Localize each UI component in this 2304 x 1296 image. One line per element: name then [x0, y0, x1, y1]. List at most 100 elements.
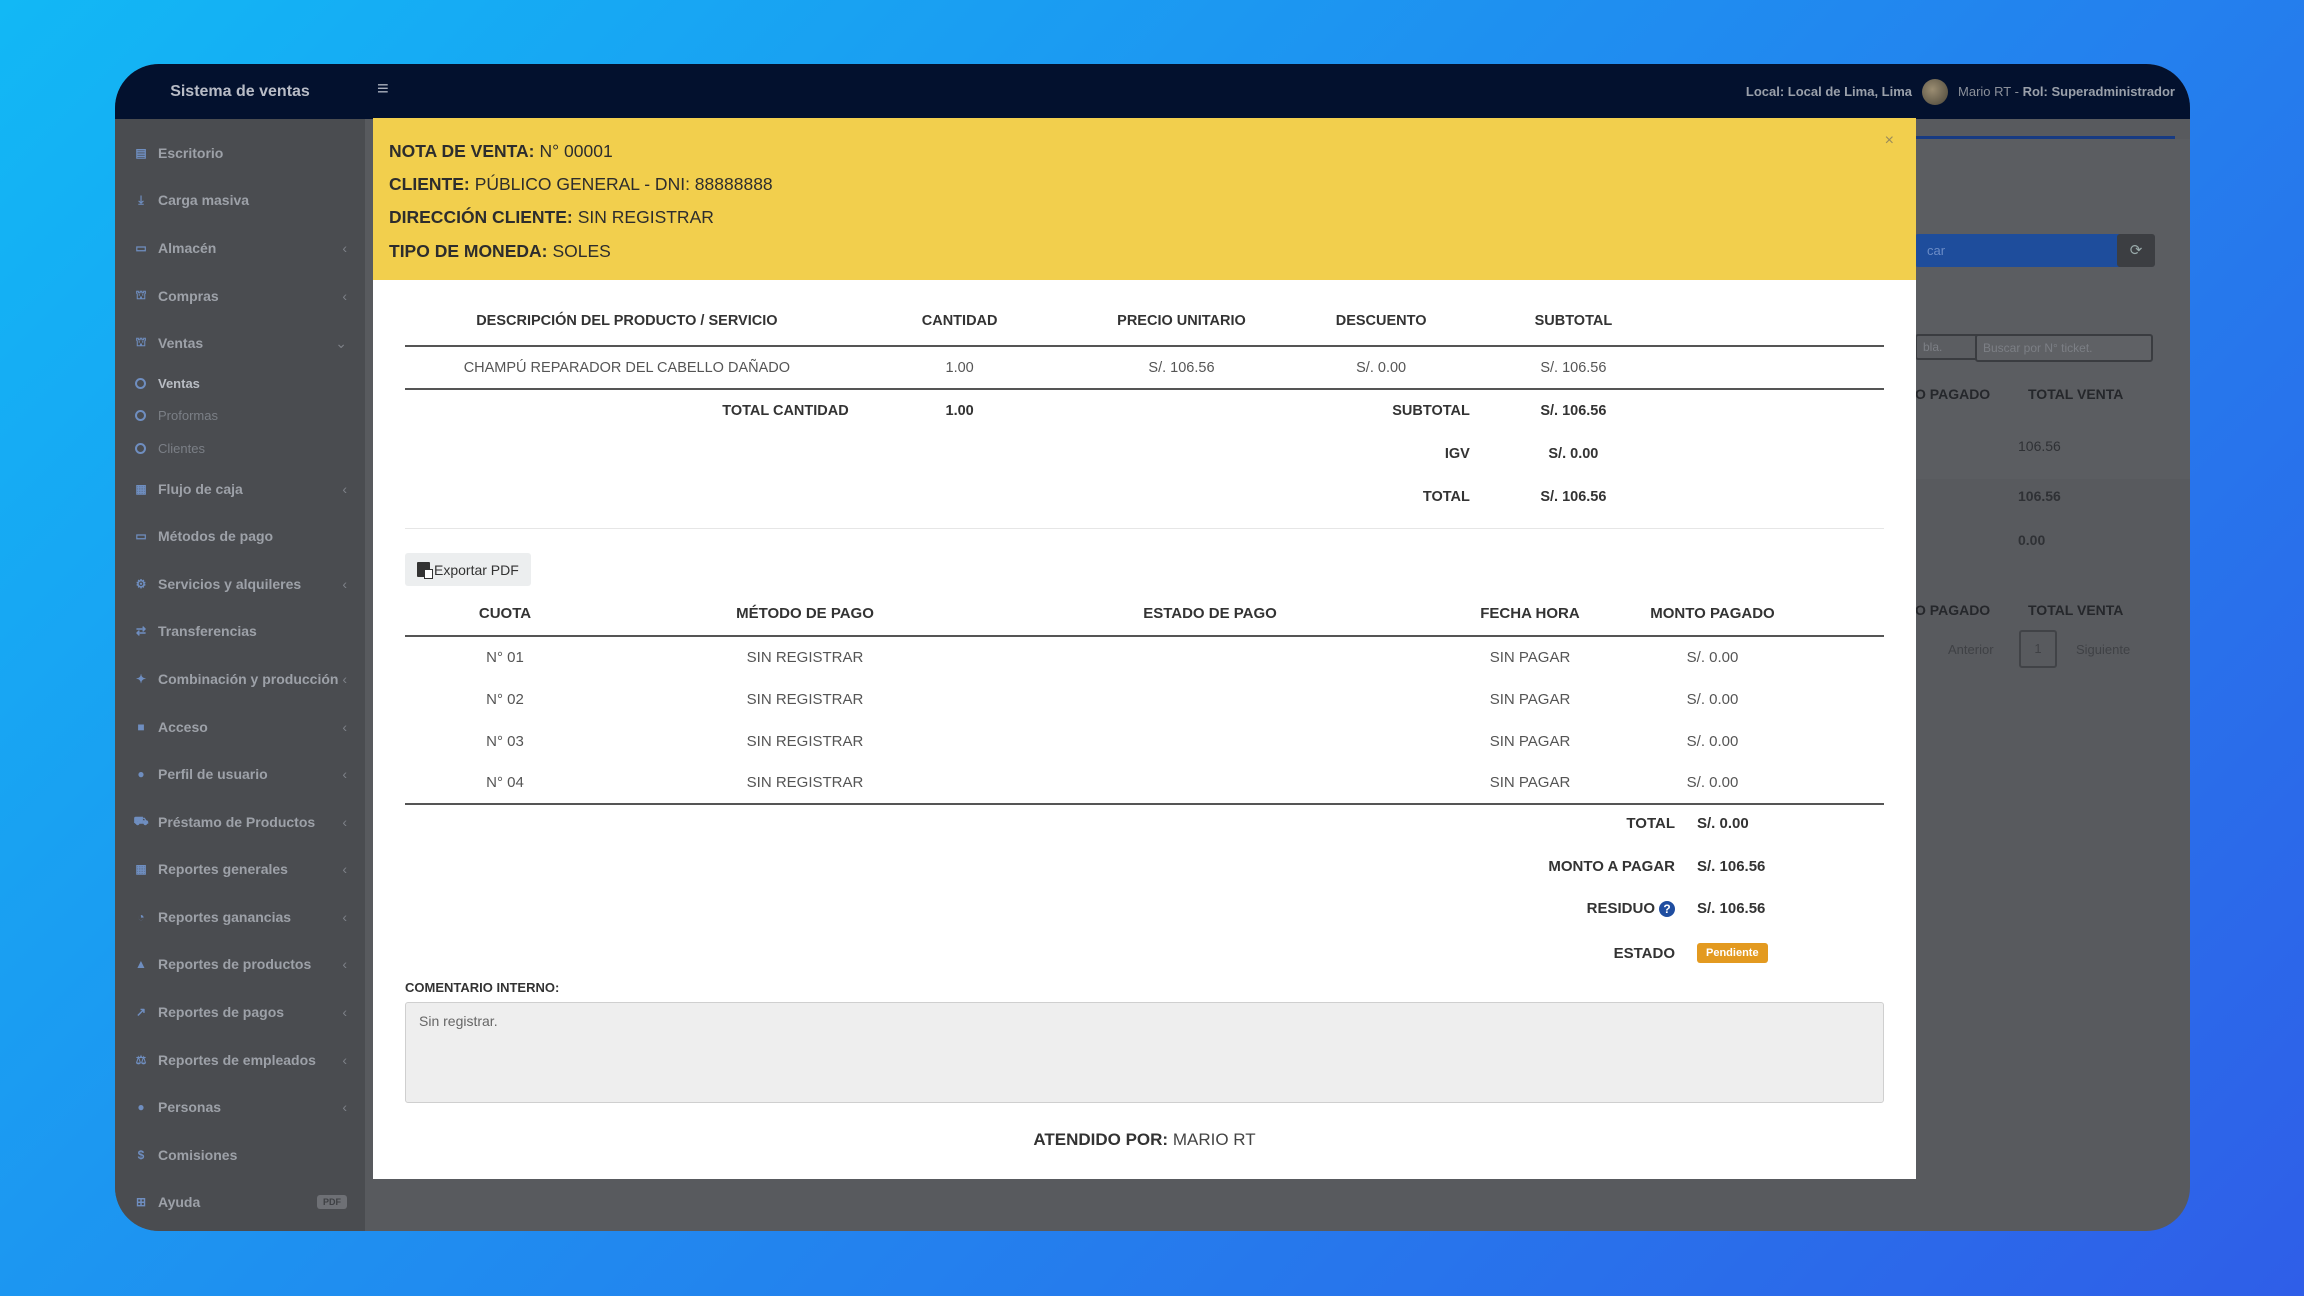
chevron-left-icon: ‹: [342, 861, 347, 878]
sidebar-item-reportes-ganancias[interactable]: ◔ Reportes ganancias ‹: [115, 893, 365, 941]
sidebar-item-reportes-productos[interactable]: ▲ Reportes de productos ‹: [115, 941, 365, 989]
sidebar-item-reportes-empleados[interactable]: ⚖ Reportes de empleados ‹: [115, 1036, 365, 1084]
igv-row: IGV S/. 0.00: [1444, 445, 1599, 462]
residuo-row: RESIDUO? S/. 106.56: [1586, 900, 1766, 917]
sidebar-item-carga-masiva[interactable]: ⤓ Carga masiva: [115, 177, 365, 225]
comment-textarea[interactable]: Sin registrar.: [405, 1002, 1884, 1103]
comment-label: COMENTARIO INTERNO:: [405, 980, 560, 995]
chevron-left-icon: ‹: [342, 239, 347, 256]
sidebar-item-label: Almacén: [158, 239, 217, 256]
pdf-badge: PDF: [317, 1195, 347, 1210]
chevron-left-icon: ‹: [342, 813, 347, 830]
payments-table: CUOTA MÉTODO DE PAGO ESTADO DE PAGO FECH…: [405, 592, 1884, 805]
download-icon: ⤓: [138, 192, 144, 207]
table-row: N° 01 SIN REGISTRAR SIN PAGAR S/. 0.00: [486, 649, 1739, 666]
background-col-total: TOTAL VENTA: [2028, 386, 2124, 402]
table-row: CHAMPÚ REPARADOR DEL CABELLO DAÑADO 1.00…: [405, 346, 1884, 390]
sidebar-item-comisiones[interactable]: $ Comisiones: [115, 1131, 365, 1179]
sidebar-subitem-ventas[interactable]: Ventas: [115, 367, 365, 400]
column-header: SUBTOTAL: [1469, 296, 1677, 347]
background-col-total-footer: TOTAL VENTA: [2028, 602, 2124, 618]
refresh-icon: ⟳: [2117, 234, 2155, 267]
sale-detail-modal: NOTA DE VENTA: N° 00001 CLIENTE: PÚBLICO G…: [373, 118, 1916, 1179]
users-icon: ●: [137, 1100, 145, 1115]
sidebar-item-transferencias[interactable]: ⇄ Transferencias: [115, 608, 365, 656]
gears-icon: ⚙: [135, 576, 147, 591]
sidebar-item-personas[interactable]: ● Personas ‹: [115, 1083, 365, 1131]
background-cell: 106.56: [2018, 488, 2061, 504]
products-table: DESCRIPCIÓN DEL PRODUCTO / SERVICIO CANT…: [405, 296, 1884, 518]
close-icon[interactable]: ×: [1885, 132, 1894, 150]
dollar-icon: $: [137, 1147, 145, 1162]
chevron-left-icon: ‹: [342, 575, 347, 592]
calendar-icon: ▦: [135, 481, 147, 496]
sidebar-item-ventas[interactable]: ⛫ Ventas ⌄: [115, 319, 365, 367]
cart-icon: ⛫: [135, 287, 147, 302]
chevron-left-icon: ‹: [342, 287, 347, 304]
balance-icon: ⚖: [135, 1052, 147, 1067]
circle-icon: [135, 410, 146, 422]
background-col-paid: O PAGADO: [1915, 386, 1991, 402]
column-header: ESTADO DE PAGO: [1005, 592, 1415, 637]
chevron-left-icon: ‹: [342, 670, 347, 687]
monto-a-pagar-row: MONTO A PAGAR S/. 106.56: [1548, 858, 1766, 875]
area-chart-icon: ▲: [135, 957, 147, 972]
sidebar-item-servicios[interactable]: ⚙ Servicios y alquileres ‹: [115, 560, 365, 608]
background-cell: 0.00: [2018, 532, 2046, 548]
user-name[interactable]: Mario RT - Rol: Superadministrador: [1958, 84, 2175, 99]
dashboard-icon: ▤: [135, 145, 147, 160]
sidebar-item-label: Carga masiva: [158, 192, 250, 209]
sidebar-item-flujo-caja[interactable]: ▦ Flujo de caja ‹: [115, 465, 365, 513]
credit-card-icon: ▭: [135, 529, 147, 544]
sidebar-item-label: Escritorio: [158, 144, 224, 161]
column-header: PRECIO UNITARIO: [1070, 296, 1293, 347]
status-badge: Pendiente: [1697, 943, 1768, 963]
help-icon[interactable]: ?: [1659, 900, 1675, 917]
pie-chart-icon: ◔: [137, 909, 145, 924]
sidebar-item-acceso[interactable]: ■ Acceso ‹: [115, 703, 365, 751]
sidebar-item-reportes-generales[interactable]: ▦ Reportes generales ‹: [115, 846, 365, 894]
sidebar-item-almacen[interactable]: ▭ Almacén ‹: [115, 224, 365, 272]
moneda-row: TIPO DE MONEDA: SOLES: [389, 240, 611, 261]
sidebar-item-perfil[interactable]: ● Perfil de usuario ‹: [115, 750, 365, 798]
payments-total-row: TOTAL S/. 0.00: [1626, 815, 1749, 832]
export-pdf-button[interactable]: Exportar PDF: [405, 553, 531, 586]
background-panel: [1915, 139, 2190, 479]
column-header: CUOTA: [405, 592, 605, 637]
column-header: FECHA HORA: [1415, 592, 1645, 637]
sidebar-item-reportes-pagos[interactable]: ↗ Reportes de pagos ‹: [115, 988, 365, 1036]
total-row: TOTAL S/. 106.56: [1422, 488, 1607, 505]
sidebar-item-ayuda[interactable]: ⊞ Ayuda PDF: [115, 1179, 365, 1227]
sidebar-item-combinacion[interactable]: ✦ Combinación y producción ‹: [115, 655, 365, 703]
cart-icon: ⛫: [135, 335, 147, 350]
column-header: DESCUENTO: [1292, 296, 1470, 347]
menu-toggle-icon[interactable]: ≡: [377, 78, 389, 101]
chevron-left-icon: ‹: [342, 766, 347, 783]
file-pdf-icon: [417, 562, 433, 579]
nota-venta-row: NOTA DE VENTA: N° 00001: [389, 141, 613, 162]
line-chart-icon: ↗: [135, 1005, 147, 1020]
avatar[interactable]: [1922, 78, 1949, 105]
sidebar-item-prestamo[interactable]: ⛟ Préstamo de Productos ‹: [115, 798, 365, 846]
sidebar-item-label: Compras: [158, 287, 219, 304]
app-brand[interactable]: Sistema de ventas: [115, 64, 365, 119]
modal-header: NOTA DE VENTA: N° 00001 CLIENTE: PÚBLICO G…: [373, 118, 1916, 280]
circle-icon: [135, 377, 146, 389]
user-icon: ●: [137, 767, 145, 782]
sidebar-subitem-proformas[interactable]: Proformas: [115, 400, 365, 433]
sidebar-item-escritorio[interactable]: ▤ Escritorio: [115, 129, 365, 177]
attended-by: ATENDIDO POR: MARIO RT: [1033, 1130, 1256, 1149]
background-col-paid-footer: O PAGADO: [1915, 602, 1991, 618]
background-accent-line: [1915, 136, 2175, 139]
sidebar-subitem-clientes[interactable]: Clientes: [115, 432, 365, 465]
column-header: DESCRIPCIÓN DEL PRODUCTO / SERVICIO: [405, 296, 849, 347]
top-navbar: Sistema de ventas ≡ Local: Local de Lima…: [115, 64, 2190, 119]
sidebar-item-compras[interactable]: ⛫ Compras ‹: [115, 272, 365, 320]
pagination-page: 1: [2019, 630, 2057, 668]
estado-row: ESTADO Pendiente: [1433, 943, 1853, 963]
chevron-left-icon: ‹: [342, 480, 347, 497]
chevron-left-icon: ‹: [342, 1099, 347, 1116]
chevron-left-icon: ‹: [342, 1051, 347, 1068]
pagination-next: Siguiente: [2076, 642, 2131, 657]
sidebar-item-metodos-pago[interactable]: ▭ Métodos de pago: [115, 512, 365, 560]
